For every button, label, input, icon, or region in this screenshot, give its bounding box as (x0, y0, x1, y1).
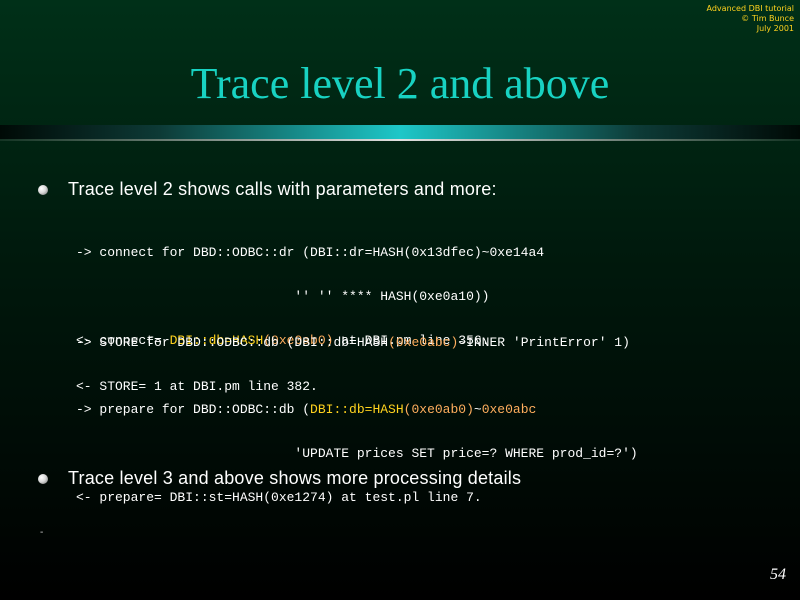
bullet-dot-icon (38, 184, 48, 195)
page-number: 54 (770, 566, 786, 583)
code-segment: ~INNER 'PrintError' 1) (458, 335, 630, 350)
bullet-text-1: Trace level 2 shows calls with parameter… (68, 179, 497, 199)
bullet-text-2: Trace level 3 and above shows more proce… (68, 468, 522, 488)
footer-dash: - (40, 527, 44, 538)
credit-line-1: Advanced DBI tutorial (706, 4, 794, 13)
code-highlight: (0xe0abc) (388, 335, 459, 350)
bullet-dot-icon (38, 473, 48, 484)
code-line: '' '' **** HASH(0xe0a10)) (76, 289, 490, 304)
code-block-prepare: -> prepare for DBD::ODBC::db (DBI::db=HA… (76, 377, 638, 531)
code-highlight: (0xe0ab0) (403, 402, 474, 417)
code-segment: -> prepare for DBD::ODBC::db ( (76, 402, 311, 417)
code-line: -> prepare for DBD::ODBC::db (DBI::db=HA… (76, 399, 638, 421)
code-segment: ~ (473, 402, 482, 417)
code-line: -> connect for DBD::ODBC::dr (DBI::dr=HA… (76, 245, 545, 260)
title-rule-bar (0, 125, 800, 139)
title-rule-line (0, 139, 800, 141)
bullet-item-2: Trace level 3 and above shows more proce… (38, 468, 521, 489)
code-highlight: DBI::db=HASH (310, 402, 404, 417)
code-line: <- prepare= DBI::st=HASH(0xe1274) at tes… (76, 490, 482, 505)
code-highlight: 0xe0abc (481, 402, 537, 417)
code-line: -> STORE for DBD::ODBC::db (DBI::db=HASH… (76, 332, 630, 354)
slide-title: Trace level 2 and above (190, 59, 610, 108)
code-line: 'UPDATE prices SET price=? WHERE prod_id… (76, 446, 638, 461)
credit-line-3: July 2001 (756, 24, 794, 33)
bullet-item-1: Trace level 2 shows calls with parameter… (38, 179, 497, 200)
credit-block: Advanced DBI tutorial © Tim Bunce July 2… (594, 4, 794, 34)
credit-line-2: © Tim Bunce (741, 14, 794, 23)
code-segment: -> STORE for DBD::ODBC::db (DBI::db=HASH (76, 335, 389, 350)
